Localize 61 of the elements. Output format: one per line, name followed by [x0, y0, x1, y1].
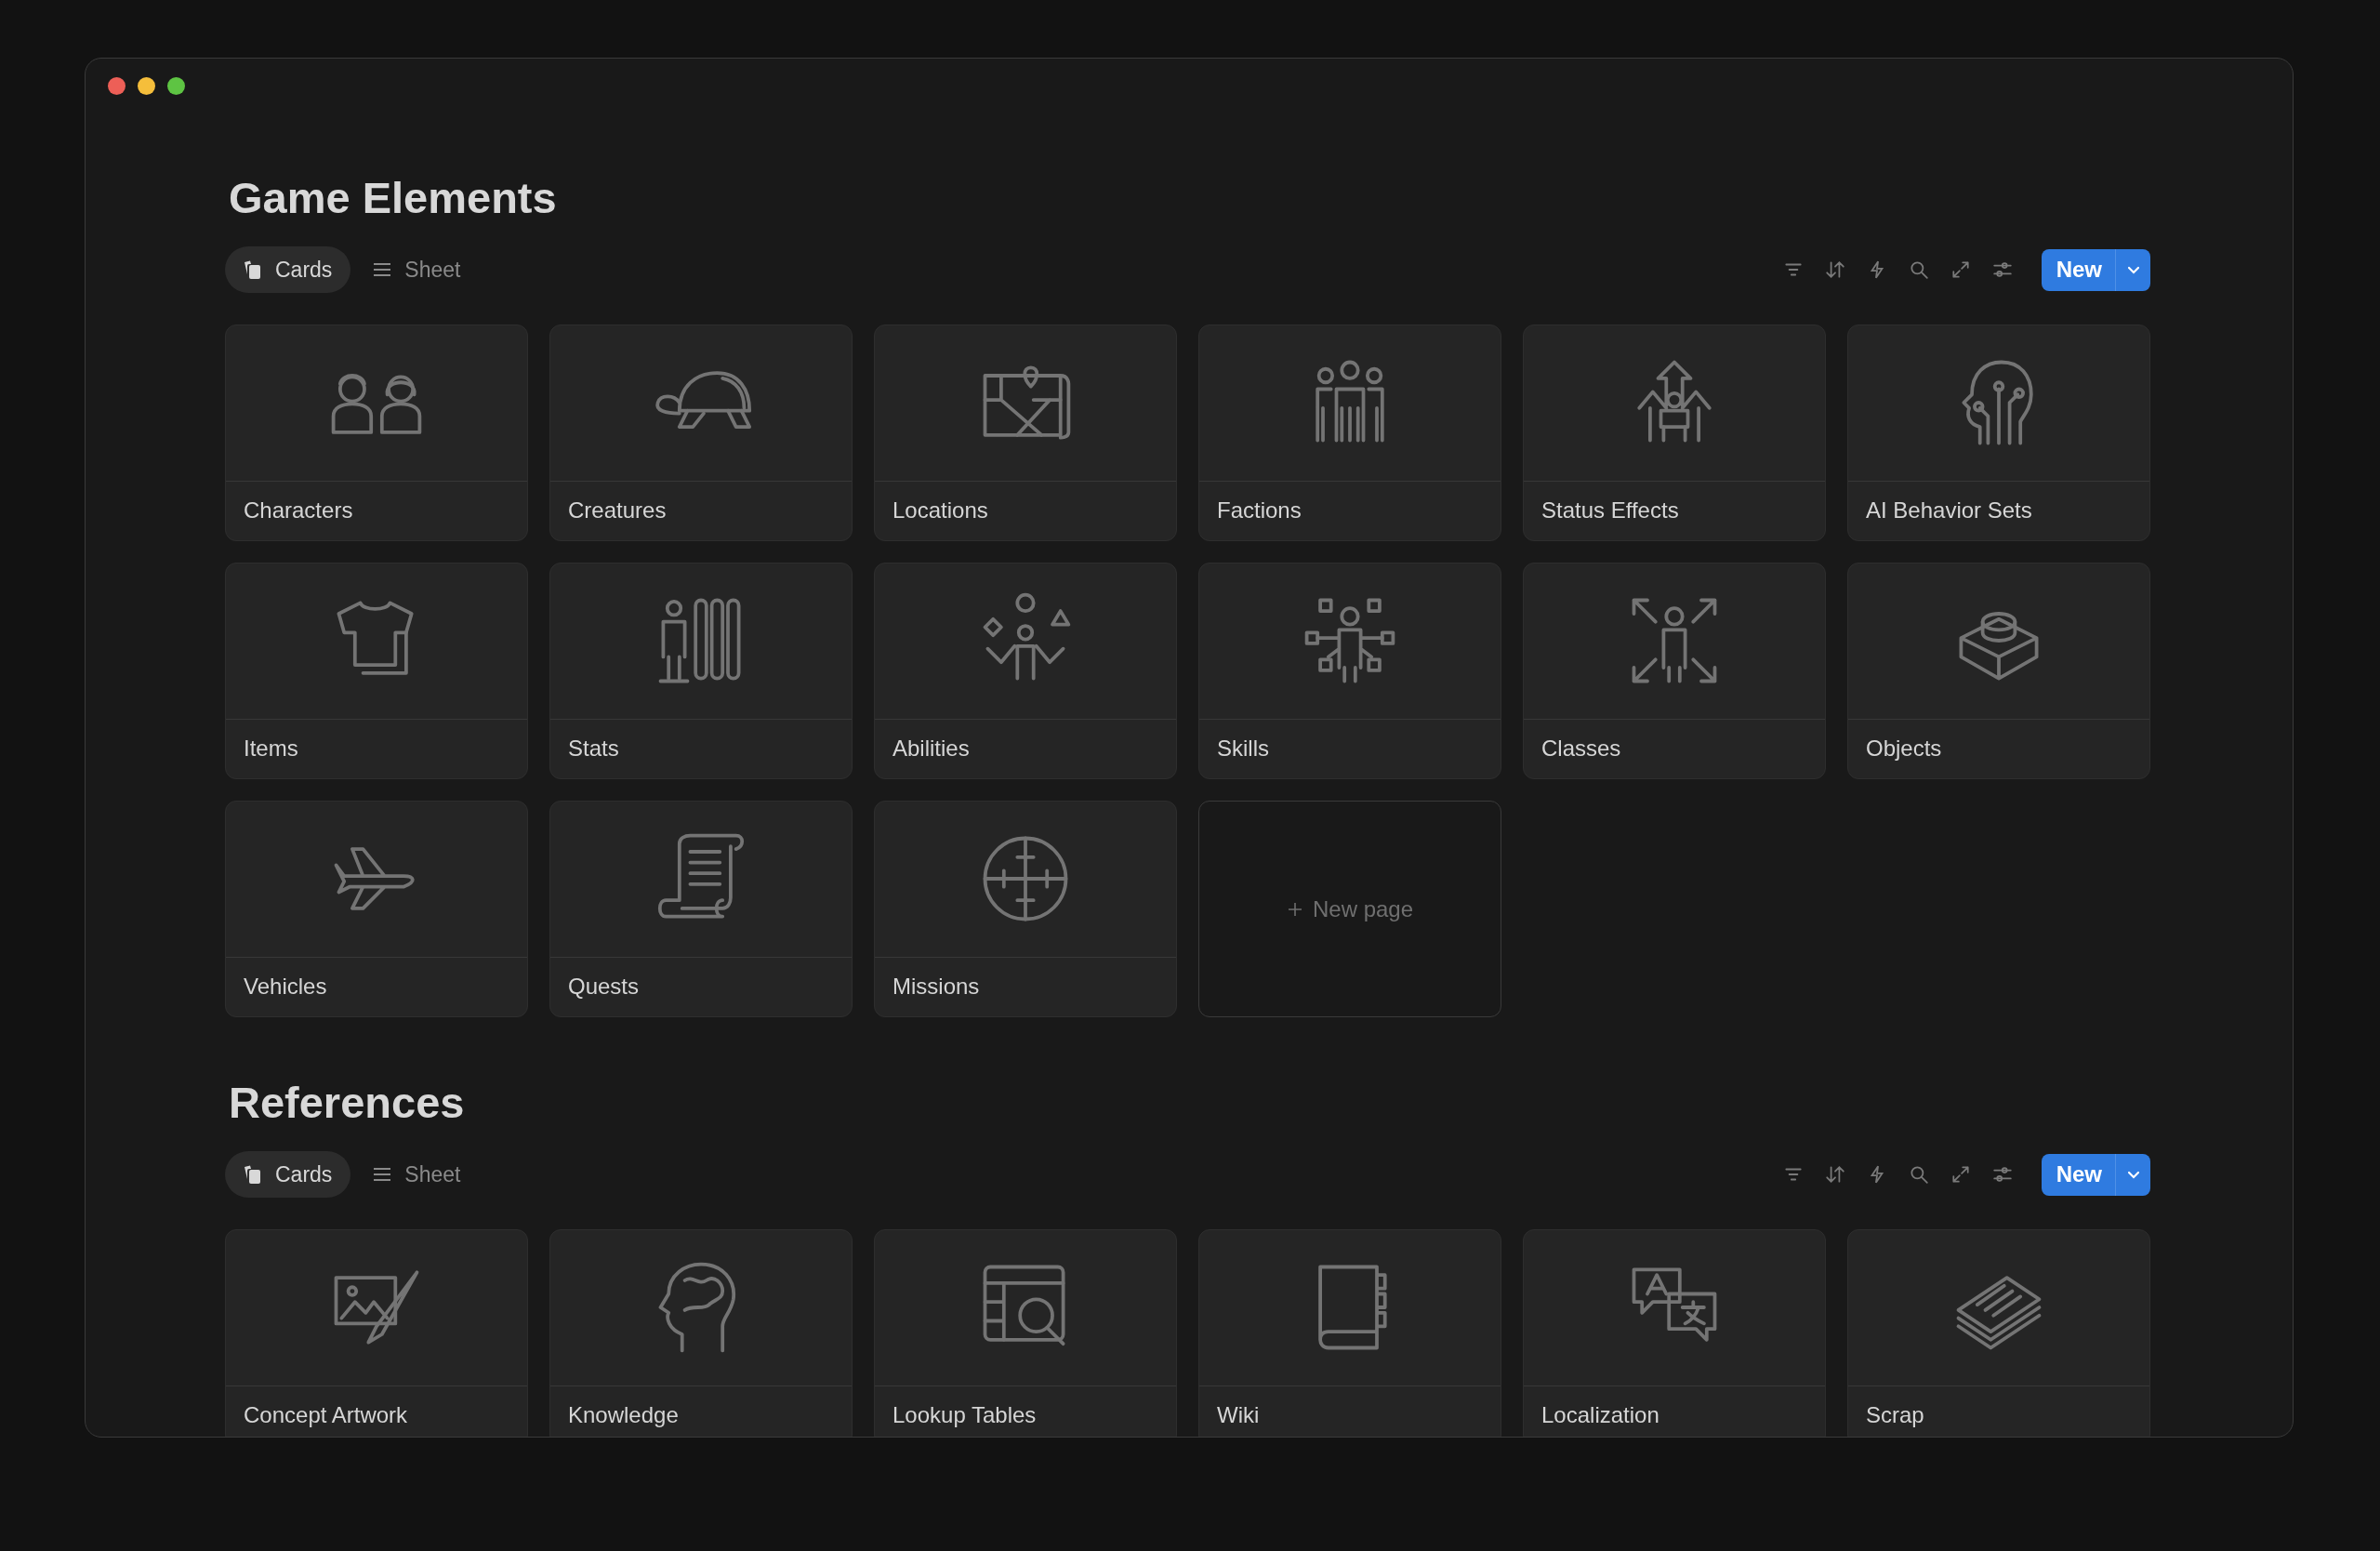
search-icon[interactable] — [1908, 259, 1929, 280]
card-title: Wiki — [1217, 1402, 1260, 1429]
minimize-button[interactable] — [138, 77, 155, 95]
page-card[interactable]: Wiki — [1198, 1229, 1501, 1437]
maximize-button[interactable] — [167, 77, 185, 95]
sliders-icon[interactable] — [1991, 259, 2013, 280]
card-title: Lookup Tables — [892, 1402, 1037, 1429]
card-title: Concept Artwork — [244, 1402, 408, 1429]
expand-icon[interactable] — [1950, 259, 1971, 280]
new-page-button[interactable]: New page — [1198, 801, 1501, 1017]
card-title: Classes — [1541, 736, 1621, 762]
section-title: References — [229, 1077, 466, 1129]
page-card[interactable]: Abilities — [874, 563, 1177, 779]
card-title: Scrap — [1866, 1402, 1924, 1429]
card-title: Localization — [1541, 1402, 1659, 1429]
page-card[interactable]: Characters — [225, 325, 528, 541]
page-card[interactable]: Locations — [874, 325, 1177, 541]
card-title: Items — [244, 736, 298, 762]
card-title: Creatures — [568, 497, 667, 524]
page-card[interactable]: Lookup Tables — [874, 1229, 1177, 1437]
expand-icon[interactable] — [1950, 1164, 1971, 1185]
card-title: Abilities — [892, 736, 970, 762]
view-tab[interactable]: Cards — [225, 246, 351, 293]
plus-icon — [1286, 900, 1303, 918]
search-icon[interactable] — [1908, 1164, 1929, 1185]
card-title: Quests — [568, 974, 640, 1001]
page-card[interactable]: Items — [225, 563, 528, 779]
card-title: Missions — [892, 974, 980, 1001]
page-card[interactable]: Concept Artwork — [225, 1229, 528, 1437]
page-card[interactable]: AI Behavior Sets — [1847, 325, 2150, 541]
card-title: Stats — [568, 736, 619, 762]
sort-icon[interactable] — [1824, 259, 1845, 280]
page-card[interactable]: Creatures — [549, 325, 853, 541]
section-title: Game Elements — [229, 172, 558, 224]
sliders-icon[interactable] — [1991, 1164, 2013, 1185]
page-card[interactable]: Objects — [1847, 563, 2150, 779]
view-tab[interactable]: Sheet — [354, 246, 480, 293]
card-title: Objects — [1866, 736, 1942, 762]
sort-icon[interactable] — [1824, 1164, 1845, 1185]
page-card[interactable]: Quests — [549, 801, 853, 1017]
card-title: Skills — [1217, 736, 1269, 762]
page-card[interactable]: Factions — [1198, 325, 1501, 541]
view-tab[interactable]: Sheet — [354, 1151, 480, 1198]
page-card[interactable]: Vehicles — [225, 801, 528, 1017]
page-card[interactable]: Scrap — [1847, 1229, 2150, 1437]
page-card[interactable]: Skills — [1198, 563, 1501, 779]
view-tab[interactable]: Cards — [225, 1151, 351, 1198]
card-title: Knowledge — [568, 1402, 679, 1429]
page-card[interactable]: Status Effects — [1523, 325, 1826, 541]
card-title: Characters — [244, 497, 353, 524]
card-title: Status Effects — [1541, 497, 1679, 524]
page-card[interactable]: Stats — [549, 563, 853, 779]
card-title: Factions — [1217, 497, 1302, 524]
close-button[interactable] — [108, 77, 126, 95]
page-card[interactable]: Localization — [1523, 1229, 1826, 1437]
page-card[interactable]: Knowledge — [549, 1229, 853, 1437]
page-card[interactable]: Missions — [874, 801, 1177, 1017]
card-title: AI Behavior Sets — [1866, 497, 2032, 524]
card-title: Locations — [892, 497, 988, 524]
page-card[interactable]: Classes — [1523, 563, 1826, 779]
card-title: Vehicles — [244, 974, 327, 1001]
